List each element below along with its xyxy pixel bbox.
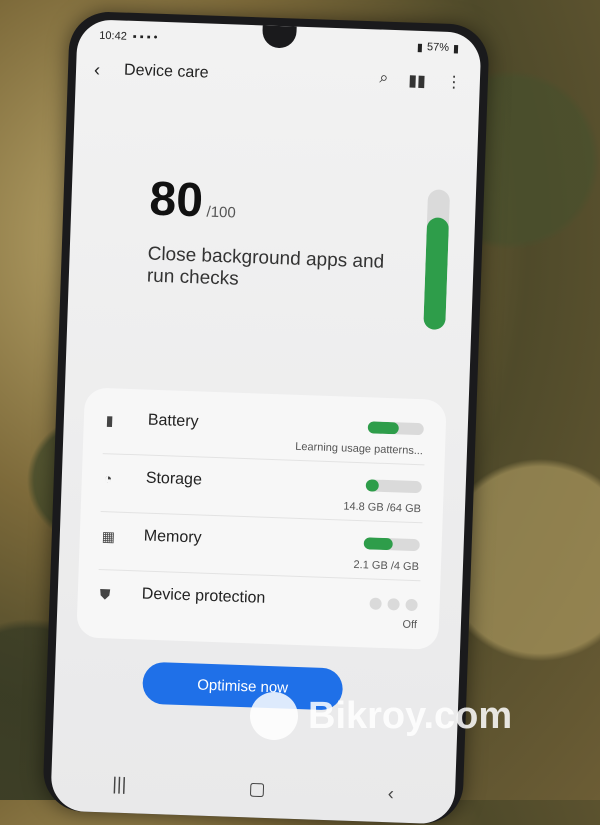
signal-icon: ▮ (416, 41, 424, 54)
back-nav-icon[interactable]: ‹ (387, 783, 395, 804)
protection-dots (369, 597, 418, 612)
battery-status-icon: ▮ (452, 42, 460, 55)
more-options-icon[interactable]: ⋮ (446, 72, 463, 93)
row-label: Battery (147, 411, 199, 431)
watermark: Bikroy.com (250, 690, 512, 742)
row-sub: Off (402, 618, 418, 632)
row-device-protection[interactable]: ⛊ Device protection Off (77, 571, 441, 640)
row-sub: Learning usage patterns... (295, 440, 424, 458)
app-header: ‹ Device care ⌕ ▮▮ ⋮ (93, 52, 462, 101)
score-section: 80/100 (149, 172, 237, 230)
score-gauge-fill (423, 217, 450, 330)
battery-icon: ▮ (105, 412, 114, 429)
row-sub: 2.1 GB /4 GB (353, 558, 420, 574)
storage-bar (365, 479, 422, 494)
recent-apps-icon[interactable]: ||| (112, 773, 127, 794)
battery-bar (367, 421, 424, 436)
navigation-bar: ||| ▢ ‹ (51, 766, 456, 810)
battery-percent: 57% (426, 41, 450, 54)
score-max: /100 (206, 203, 237, 222)
device-care-card: ▮ Battery Learning usage patterns... ◔ S… (76, 387, 447, 650)
score-message: Close background apps and run checks (146, 243, 385, 290)
memory-chip-icon: ▦ (101, 528, 116, 545)
memory-bar (363, 537, 420, 552)
row-label: Device protection (141, 585, 266, 607)
shield-icon: ⛊ (99, 586, 111, 603)
storage-pie-icon: ◔ (103, 470, 113, 487)
row-battery[interactable]: ▮ Battery Learning usage patterns... (83, 397, 447, 466)
watermark-text: Bikroy.com (308, 694, 513, 737)
row-storage[interactable]: ◔ Storage 14.8 GB /64 GB (81, 455, 445, 524)
row-memory[interactable]: ▦ Memory 2.1 GB /4 GB (79, 513, 443, 582)
chart-icon[interactable]: ▮▮ (408, 71, 426, 92)
search-icon[interactable]: ⌕ (379, 70, 389, 90)
row-label: Memory (143, 527, 202, 547)
notification-icon: ▪ ▪ ▪ • (132, 30, 158, 44)
score-value: 80 (148, 172, 204, 228)
page-title: Device care (123, 61, 209, 82)
row-label: Storage (145, 469, 203, 489)
row-sub: 14.8 GB /64 GB (343, 500, 422, 516)
back-arrow-icon[interactable]: ‹ (94, 59, 119, 81)
watermark-logo (250, 692, 298, 740)
home-icon[interactable]: ▢ (248, 778, 266, 800)
score-gauge (423, 189, 451, 330)
status-time: 10:42 (99, 29, 127, 43)
